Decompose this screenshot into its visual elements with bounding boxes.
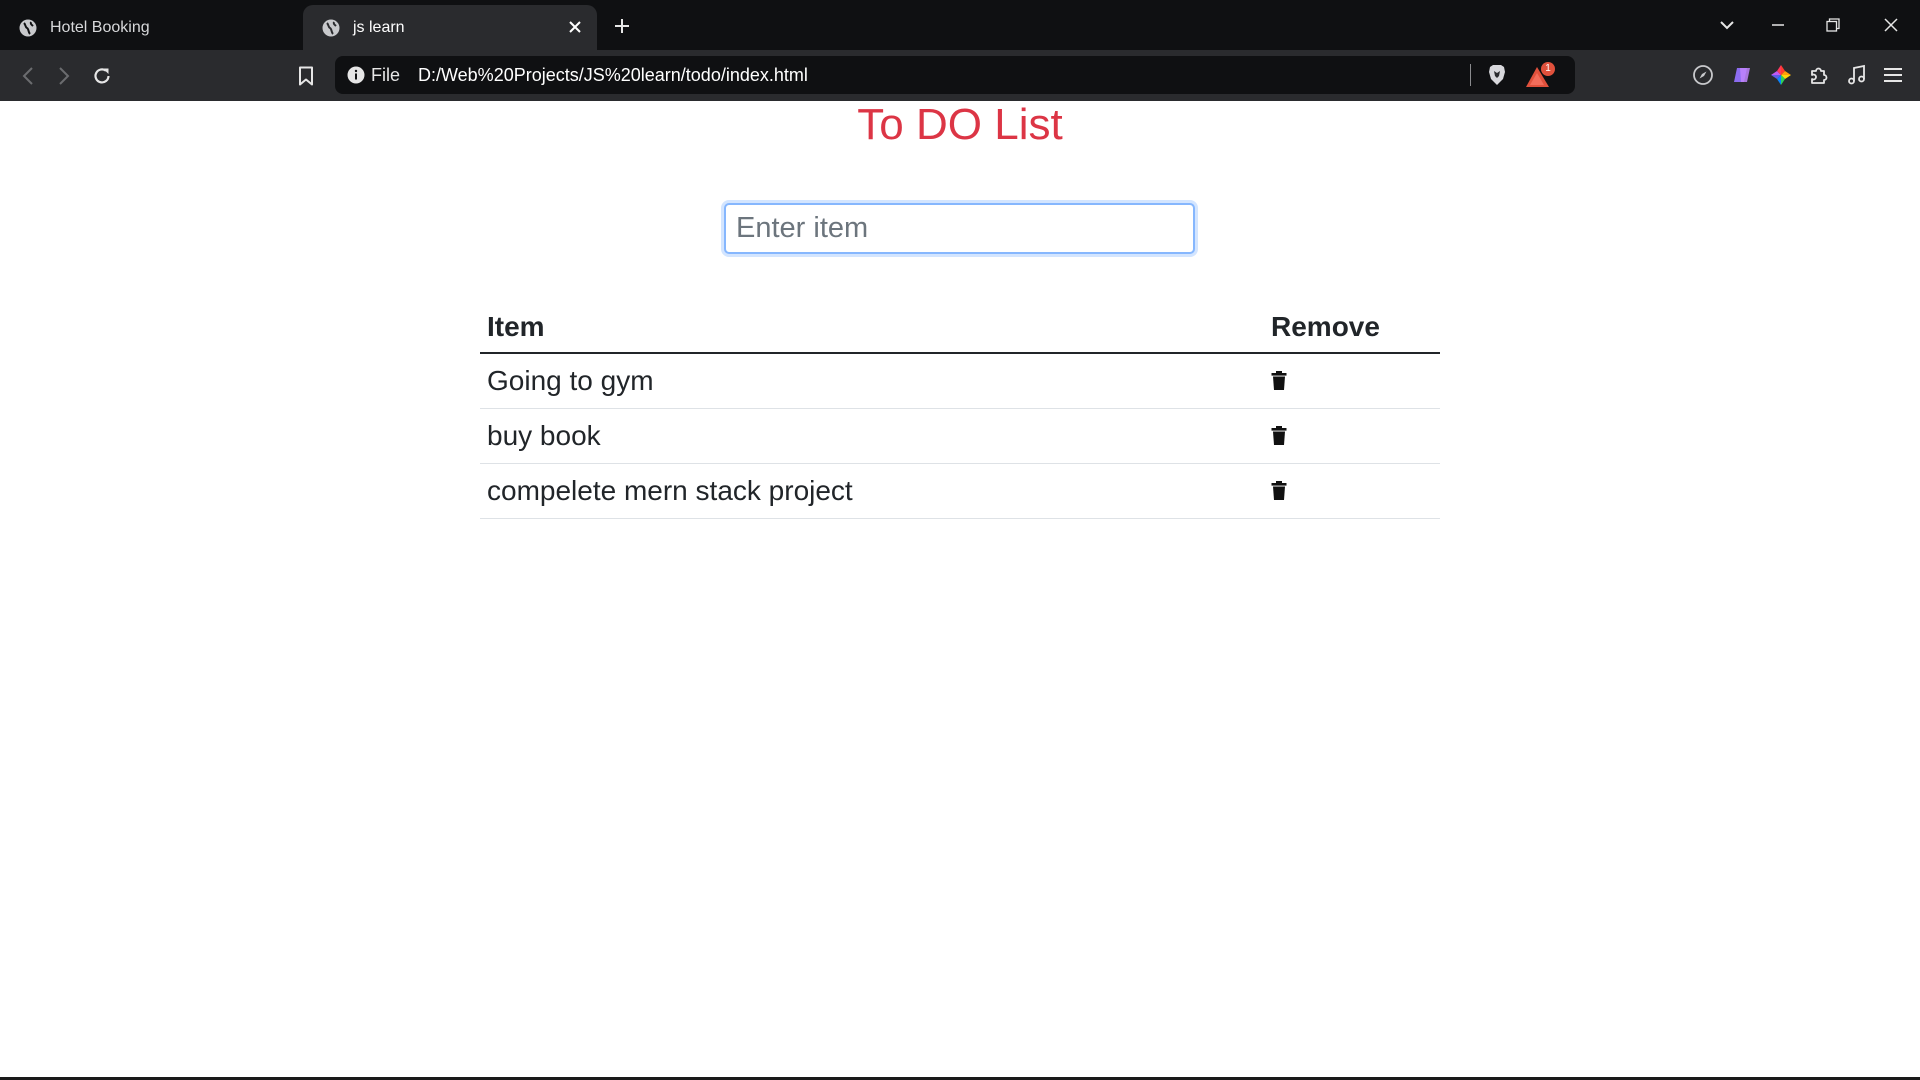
close-window-icon[interactable] <box>1876 10 1906 40</box>
minimize-icon[interactable] <box>1763 10 1793 40</box>
item-text: Going to gym <box>480 353 1264 409</box>
back-icon[interactable] <box>13 61 43 91</box>
remove-cell <box>1264 353 1440 409</box>
trash-icon[interactable] <box>1271 481 1291 503</box>
tab-title: js learn <box>353 18 405 36</box>
menu-icon[interactable] <box>1880 62 1906 88</box>
trash-icon[interactable] <box>1271 426 1291 448</box>
address-url[interactable]: D:/Web%20Projects/JS%20learn/todo/index.… <box>418 56 808 94</box>
globe-icon <box>321 18 341 38</box>
close-tab-icon[interactable] <box>565 17 585 37</box>
info-icon[interactable] <box>347 66 365 84</box>
table-row: compelete mern stack project <box>480 463 1440 519</box>
browser-tab-strip: Hotel Booking js learn <box>0 0 1920 50</box>
item-text: compelete mern stack project <box>480 463 1264 519</box>
table-row: Going to gym <box>480 353 1440 409</box>
address-divider <box>1470 64 1471 86</box>
globe-icon <box>18 18 38 38</box>
todo-table: Item Remove Going to gym buy book compel… <box>480 302 1440 519</box>
forward-icon[interactable] <box>49 61 79 91</box>
tab-hotel-booking[interactable]: Hotel Booking <box>0 5 300 50</box>
restore-icon[interactable] <box>1818 10 1848 40</box>
notification-badge: 1 <box>1541 62 1555 76</box>
remove-cell <box>1264 408 1440 464</box>
media-music-icon[interactable] <box>1844 62 1870 88</box>
browser-toolbar: File D:/Web%20Projects/JS%20learn/todo/i… <box>0 50 1920 101</box>
new-tab-button[interactable] <box>608 12 636 40</box>
compass-icon[interactable] <box>1690 62 1716 88</box>
column-header-remove: Remove <box>1264 302 1440 354</box>
tab-title: Hotel Booking <box>50 18 150 36</box>
bookmark-icon[interactable] <box>291 61 321 91</box>
reload-icon[interactable] <box>87 61 117 91</box>
address-scheme-label: File <box>371 65 401 85</box>
address-bar[interactable]: File D:/Web%20Projects/JS%20learn/todo/i… <box>335 56 1575 94</box>
leo-ai-icon[interactable] <box>1729 62 1755 88</box>
brave-rewards-icon[interactable]: 1 <box>1525 62 1555 90</box>
color-picker-extension-icon[interactable] <box>1768 62 1794 88</box>
tab-js-learn[interactable]: js learn <box>303 5 597 50</box>
table-header-row: Item Remove <box>480 302 1440 354</box>
tab-search-chevron-down-icon[interactable] <box>1712 10 1742 40</box>
extensions-puzzle-icon[interactable] <box>1806 62 1832 88</box>
table-row: buy book <box>480 408 1440 464</box>
page-title: To DO List <box>857 100 1063 149</box>
column-header-item: Item <box>480 302 1264 354</box>
remove-cell <box>1264 463 1440 519</box>
brave-shields-icon[interactable] <box>1485 63 1509 87</box>
item-text: buy book <box>480 408 1264 464</box>
item-input[interactable] <box>724 203 1195 254</box>
trash-icon[interactable] <box>1271 371 1291 393</box>
